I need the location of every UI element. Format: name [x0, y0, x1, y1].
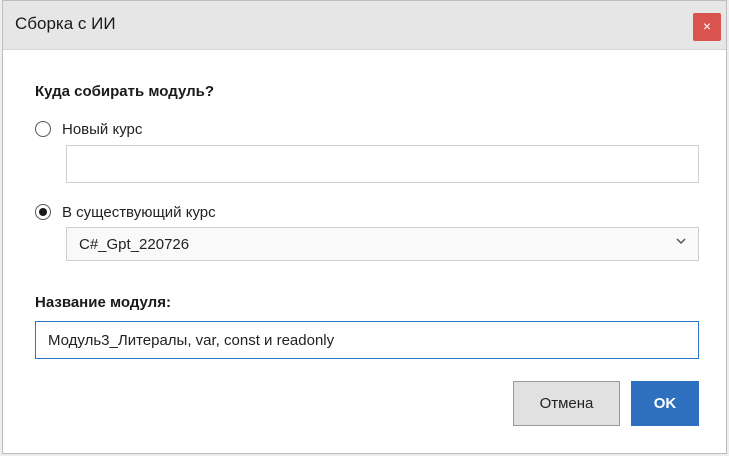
new-course-name-input[interactable]: [66, 145, 699, 183]
close-button[interactable]: ×: [693, 13, 721, 41]
module-name-heading: Название модуля:: [35, 294, 171, 311]
radio-new-course[interactable]: Новый курс: [35, 119, 142, 139]
close-icon: ×: [702, 18, 712, 34]
existing-course-selected-value: C#_Gpt_220726: [79, 236, 190, 253]
cancel-button[interactable]: Отмена: [513, 381, 620, 426]
title-bar: Сборка с ИИ ×: [3, 1, 726, 50]
radio-existing-course[interactable]: В существующий курс: [35, 202, 216, 222]
radio-new-course-circle[interactable]: [35, 121, 51, 137]
module-name-input[interactable]: [35, 321, 699, 359]
chevron-down-icon: [676, 238, 686, 245]
build-with-ai-dialog: Сборка с ИИ × Куда собирать модуль? Новы…: [2, 0, 727, 454]
ok-button[interactable]: OK: [631, 381, 699, 426]
dialog-title: Сборка с ИИ: [15, 14, 116, 33]
radio-existing-course-circle[interactable]: [35, 204, 51, 220]
radio-existing-course-label: В существующий курс: [62, 203, 216, 221]
existing-course-select[interactable]: C#_Gpt_220726: [66, 227, 699, 261]
radio-new-course-label: Новый курс: [62, 120, 143, 138]
target-heading: Куда собирать модуль?: [35, 83, 215, 100]
